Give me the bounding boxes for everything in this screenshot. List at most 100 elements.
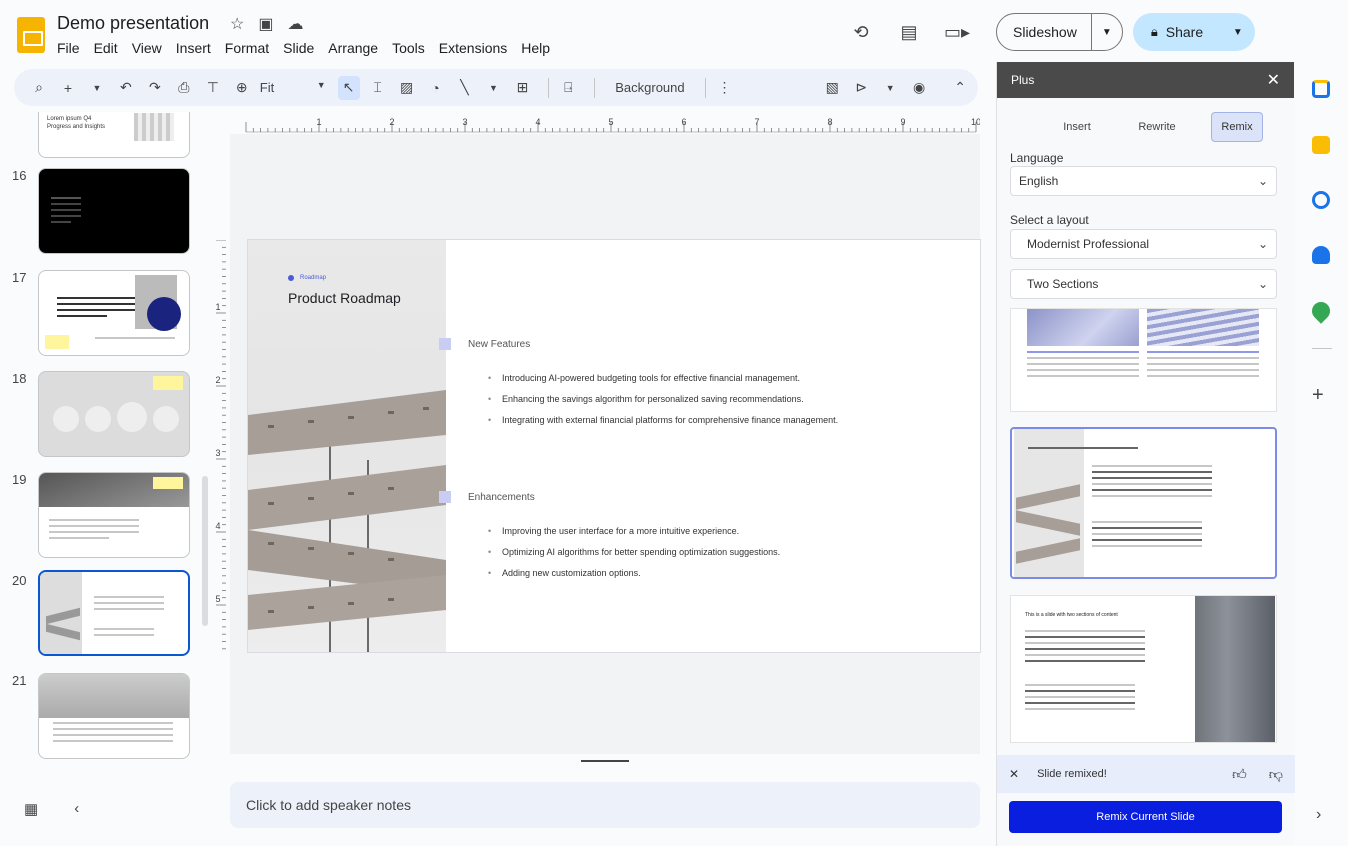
expand-rail-icon[interactable]: › (1316, 806, 1321, 824)
calendar-icon[interactable] (1312, 80, 1330, 98)
zoom-select[interactable]: Fit ▼ (260, 80, 326, 95)
card-lines (1027, 351, 1139, 381)
new-slide-dropdown-icon[interactable]: ▼ (86, 76, 108, 100)
version-history-icon[interactable]: ⟲ (848, 19, 874, 45)
layout-option-card[interactable]: This is a slide with two sections of con… (1010, 595, 1277, 743)
redo-icon[interactable]: ↷ (144, 76, 166, 100)
ruler-label: 7 (754, 117, 759, 127)
slide-thumbnail[interactable] (38, 472, 190, 558)
shape-icon[interactable]: ◔ (425, 76, 447, 100)
menu-arrange[interactable]: Arrange (328, 40, 378, 56)
close-icon[interactable]: ✕ (1267, 70, 1280, 90)
text-box-icon[interactable]: ⌶ (367, 76, 389, 100)
section1-heading[interactable]: New Features (468, 339, 530, 350)
slide-kicker[interactable]: Roadmap (288, 275, 326, 281)
menu-tools[interactable]: Tools (392, 40, 425, 56)
cloud-status-icon[interactable]: ☁ (287, 14, 303, 34)
layout-select[interactable]: Modernist Professional ⌄ (1010, 229, 1277, 259)
card-title: This is a slide with two sections of con… (1025, 612, 1118, 618)
slide-title[interactable]: Product Roadmap (288, 290, 401, 306)
insert-image-icon[interactable]: ▨ (396, 76, 418, 100)
pointer-dropdown-icon[interactable]: ▼ (879, 76, 901, 100)
card-lines (1025, 630, 1145, 666)
comments-icon[interactable]: ▤ (896, 19, 922, 45)
menu-extensions[interactable]: Extensions (439, 40, 507, 56)
thumb-circle (53, 406, 79, 432)
lock-icon: 🔒︎ (1150, 24, 1158, 39)
menu-view[interactable]: View (132, 40, 162, 56)
line-icon[interactable]: ╲ (454, 76, 476, 100)
tab-rewrite[interactable]: Rewrite (1117, 112, 1197, 142)
slide-thumbnail-selected[interactable] (38, 570, 190, 656)
tab-remix[interactable]: Remix (1211, 112, 1263, 142)
layout-option-card[interactable] (1010, 308, 1277, 412)
print-icon[interactable]: ⎙ (173, 76, 195, 100)
zoom-dropdown-icon: ▼ (316, 80, 326, 90)
share-button[interactable]: 🔒︎ Share ▼ (1132, 13, 1255, 51)
section2-bullets[interactable]: Improving the user interface for a more … (488, 526, 780, 589)
menu-file[interactable]: File (57, 40, 80, 56)
slide-thumbnail[interactable] (38, 371, 190, 457)
star-icon[interactable]: ☆ (230, 14, 244, 34)
slide-thumbnail[interactable] (38, 270, 190, 356)
side-rail: + › (1300, 62, 1344, 846)
line-dropdown-icon[interactable]: ▼ (482, 76, 504, 100)
menu-help[interactable]: Help (521, 40, 550, 56)
thumb-circle (147, 297, 181, 331)
meet-icon[interactable]: ▭▸ (944, 19, 970, 45)
menu-slide[interactable]: Slide (283, 40, 314, 56)
layout-option-card-selected[interactable] (1010, 427, 1277, 579)
select-cursor-icon[interactable]: ↖ (337, 75, 360, 100)
slide-canvas[interactable]: Roadmap Product Roadmap New Features Int… (247, 239, 981, 653)
thumbs-down-icon[interactable]: 👎︎ (1269, 766, 1283, 783)
grid-view-icon[interactable]: ▦ (24, 800, 38, 818)
section1-bullets[interactable]: Introducing AI-powered budgeting tools f… (488, 373, 838, 436)
dismiss-icon[interactable]: ✕ (1009, 767, 1019, 781)
laser-pointer-icon[interactable]: ⊳ (850, 76, 872, 100)
add-addon-icon[interactable]: + (1312, 384, 1324, 407)
language-select[interactable]: English ⌄ (1010, 166, 1277, 196)
more-options-icon[interactable]: ⋮ (714, 76, 736, 100)
sections-select[interactable]: Two Sections ⌄ (1010, 269, 1277, 299)
slideshow-dropdown-icon[interactable]: ▼ (1092, 27, 1122, 38)
bullet-item: Integrating with external financial plat… (488, 415, 838, 425)
slide-thumbnail[interactable] (38, 168, 190, 254)
tasks-icon[interactable] (1312, 191, 1330, 209)
comment-add-icon[interactable]: ⊞ (511, 76, 533, 100)
undo-icon[interactable]: ↶ (115, 76, 137, 100)
image-options-icon[interactable]: ▧ (821, 76, 843, 100)
slide-thumbnail-partial[interactable]: Lorem ipsum Q4 Progress and Insights (38, 112, 190, 158)
share-dropdown-icon[interactable]: ▼ (1233, 27, 1243, 38)
maps-icon[interactable] (1308, 298, 1334, 324)
contacts-icon[interactable] (1312, 246, 1330, 264)
layout-icon[interactable]: ⍈ (557, 76, 579, 100)
slideshow-button[interactable]: Slideshow (997, 14, 1092, 50)
notes-resize-handle[interactable] (581, 760, 629, 762)
background-button[interactable]: Background (615, 80, 684, 95)
menu-edit[interactable]: Edit (94, 40, 118, 56)
document-title[interactable]: Demo presentation (57, 13, 209, 34)
section2-heading[interactable]: Enhancements (468, 492, 535, 503)
slides-logo-icon[interactable] (17, 17, 45, 53)
menu-format[interactable]: Format (225, 40, 269, 56)
thumbs-up-icon[interactable]: 👍︎ (1232, 766, 1247, 783)
chevron-down-icon: ⌄ (1257, 174, 1268, 188)
record-icon[interactable]: ◉ (908, 76, 930, 100)
keep-icon[interactable] (1312, 136, 1330, 154)
filmstrip-scrollbar[interactable] (202, 476, 208, 626)
speaker-notes[interactable]: Click to add speaker notes (230, 782, 980, 828)
slide-thumbnail[interactable] (38, 673, 190, 759)
search-menus-icon[interactable]: ⌕ (28, 76, 50, 100)
tab-insert[interactable]: Insert (1037, 112, 1117, 142)
move-folder-icon[interactable]: ▣ (258, 14, 273, 34)
paint-format-icon[interactable]: ⊤ (202, 76, 224, 100)
ruler-label: 9 (900, 117, 905, 127)
zoom-icon[interactable]: ⊕ (231, 76, 253, 100)
menu-insert[interactable]: Insert (176, 40, 211, 56)
collapse-toolbar-icon[interactable]: ⌃ (949, 76, 971, 100)
ruler-label: 8 (827, 117, 832, 127)
new-slide-icon[interactable]: + (57, 76, 79, 100)
thumb-lines (53, 722, 173, 746)
remix-current-slide-button[interactable]: Remix Current Slide (1009, 801, 1282, 833)
collapse-filmstrip-icon[interactable]: ‹ (74, 800, 79, 818)
